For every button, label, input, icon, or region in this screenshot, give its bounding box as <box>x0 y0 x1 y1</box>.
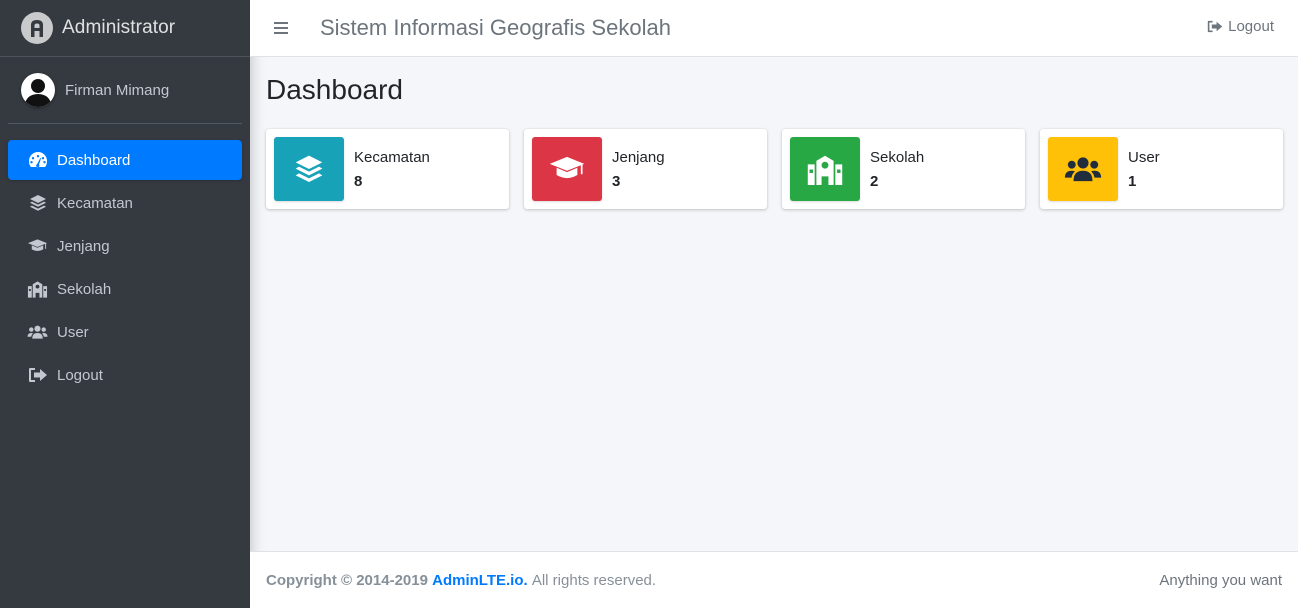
top-navbar: Sistem Informasi Geografis Sekolah Logou… <box>250 0 1298 57</box>
sign-out-icon <box>27 366 48 384</box>
footer-copyright: Copyright © 2014-2019 <box>266 571 428 589</box>
info-box-icon <box>274 137 344 201</box>
sidebar-item-jenjang[interactable]: Jenjang <box>8 226 242 266</box>
users-icon <box>27 323 48 341</box>
user-panel[interactable]: Firman Mimang <box>8 57 242 124</box>
info-box-sekolah[interactable]: Sekolah 2 <box>782 129 1025 209</box>
info-box-icon <box>1048 137 1118 201</box>
main-sidebar: Administrator Firman Mimang Dashboard Ke… <box>0 0 250 608</box>
footer-rights: All rights reserved. <box>531 571 657 589</box>
info-box-number: 1 <box>1128 173 1137 190</box>
info-box-number: 3 <box>612 173 621 190</box>
sidebar-item-label: Logout <box>57 366 103 384</box>
user-name: Firman Mimang <box>65 81 170 99</box>
layer-group-icon <box>295 155 323 182</box>
info-box-icon <box>532 137 602 201</box>
school-icon <box>27 280 48 298</box>
navbar-logout-link[interactable]: Logout <box>1207 18 1274 35</box>
page-title: Dashboard <box>266 74 403 105</box>
main-footer: Copyright © 2014-2019 AdminLTE.io. All r… <box>250 551 1298 608</box>
school-icon <box>807 155 843 185</box>
user-avatar-icon <box>21 73 55 107</box>
content-wrapper: Dashboard Kecamatan 8 Jenjang 3 Sekolah … <box>250 57 1298 551</box>
users-icon <box>1064 157 1102 182</box>
layer-group-icon <box>27 194 48 212</box>
footer-adminlte-link[interactable]: AdminLTE.io. <box>432 572 528 589</box>
sidebar-nav: Dashboard Kecamatan Jenjang Sekolah User <box>0 140 250 395</box>
sidebar-item-label: Dashboard <box>57 151 131 169</box>
footer-right-text: Anything you want <box>1159 571 1282 589</box>
navbar-logout-label: Logout <box>1228 18 1274 35</box>
adminlte-logo-icon <box>21 12 53 44</box>
app-title: Sistem Informasi Geografis Sekolah <box>320 15 671 40</box>
info-box-icon <box>790 137 860 201</box>
sidebar-item-label: User <box>57 323 89 341</box>
sidebar-item-dashboard[interactable]: Dashboard <box>8 140 242 180</box>
info-box-label: Jenjang <box>612 149 665 166</box>
brand-text: Administrator <box>62 17 176 38</box>
sign-out-icon <box>1207 20 1223 33</box>
info-box-user[interactable]: User 1 <box>1040 129 1283 209</box>
sidebar-item-label: Kecamatan <box>57 194 133 212</box>
info-box-kecamatan[interactable]: Kecamatan 8 <box>266 129 509 209</box>
sidebar-item-logout[interactable]: Logout <box>8 355 242 395</box>
brand-link[interactable]: Administrator <box>0 0 250 57</box>
info-box-jenjang[interactable]: Jenjang 3 <box>524 129 767 209</box>
info-box-label: Kecamatan <box>354 149 430 166</box>
sidebar-item-label: Jenjang <box>57 237 110 255</box>
info-box-label: User <box>1128 149 1160 166</box>
sidebar-item-label: Sekolah <box>57 280 112 298</box>
info-box-label: Sekolah <box>870 149 925 166</box>
menu-toggle-icon[interactable] <box>274 22 288 34</box>
sidebar-item-sekolah[interactable]: Sekolah <box>8 269 242 309</box>
info-box-number: 8 <box>354 173 363 190</box>
graduation-cap-icon <box>27 237 48 255</box>
graduation-cap-icon <box>549 156 585 179</box>
sidebar-item-user[interactable]: User <box>8 312 242 352</box>
info-box-number: 2 <box>870 173 879 190</box>
tachometer-icon <box>27 151 48 169</box>
sidebar-item-kecamatan[interactable]: Kecamatan <box>8 183 242 223</box>
